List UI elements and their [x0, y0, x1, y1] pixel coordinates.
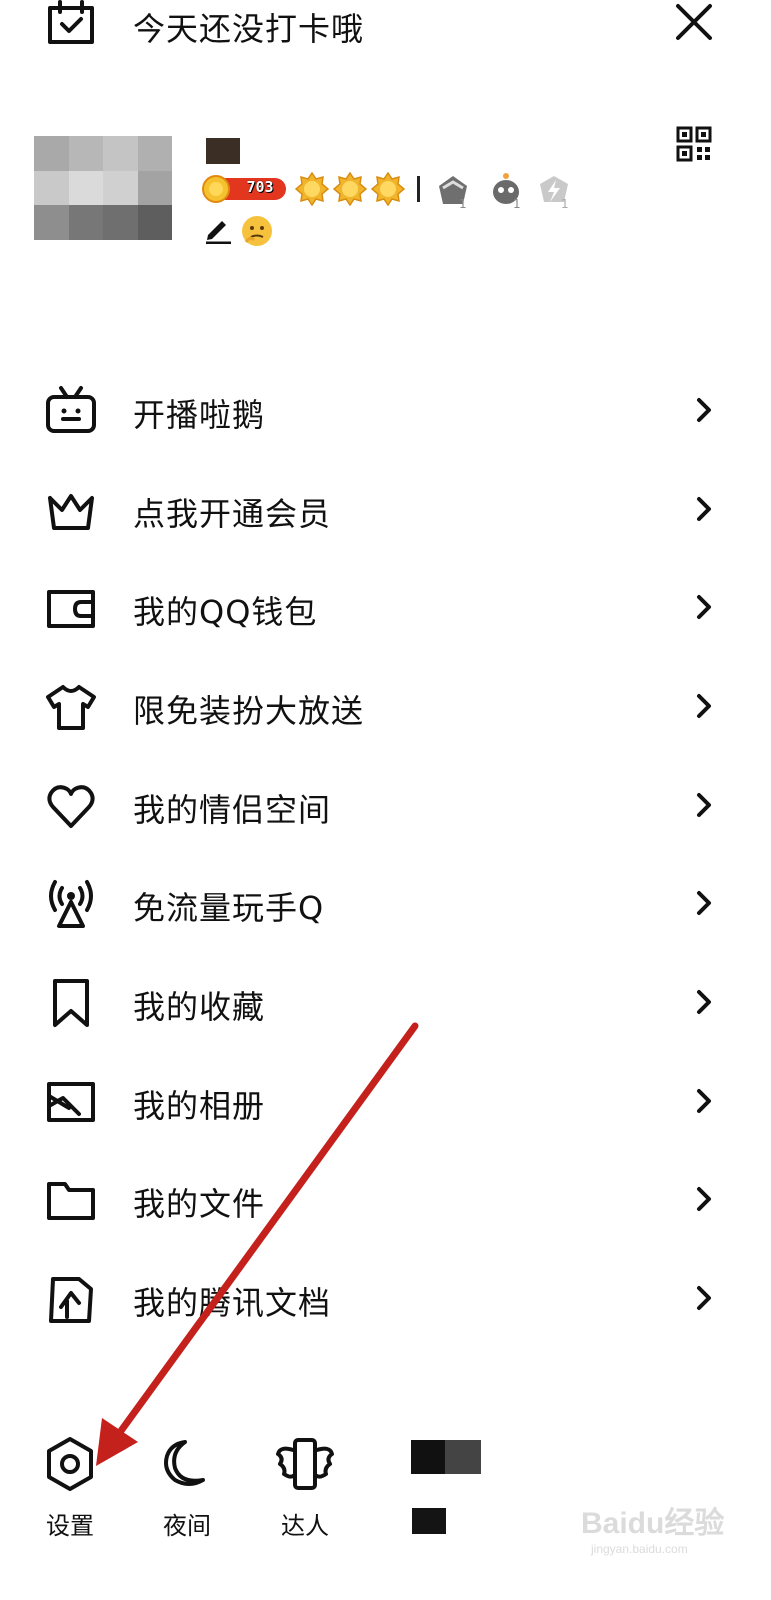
baidu-watermark: Baidu经验 jingyan.baidu.com	[575, 1490, 735, 1560]
menu-label: 开播啦鹅	[133, 396, 266, 434]
qr-code-icon[interactable]	[676, 126, 712, 162]
calendar-check-icon[interactable]	[44, 0, 98, 46]
menu-label: 我的QQ钱包	[133, 593, 318, 631]
tv-icon	[45, 385, 97, 437]
svg-text:1: 1	[459, 197, 467, 210]
avatar[interactable]	[34, 136, 172, 240]
menu-label: 我的收藏	[133, 988, 266, 1026]
menu-label: 我的相册	[133, 1087, 266, 1125]
settings-label: 设置	[46, 1512, 94, 1540]
talent-label: 达人	[281, 1512, 329, 1540]
doc-icon	[45, 1273, 97, 1325]
moon-icon	[164, 1440, 205, 1486]
svg-text:1: 1	[561, 197, 569, 210]
menu-label: 我的腾讯文档	[133, 1284, 332, 1322]
thinking-emoji-icon[interactable]	[240, 214, 274, 248]
night-mode-label: 夜间	[163, 1512, 211, 1540]
chevron-right-icon	[694, 691, 714, 721]
sun-level-icon	[371, 172, 405, 206]
svg-text:1: 1	[513, 197, 521, 210]
coin-badge[interactable]: 703	[202, 175, 288, 203]
menu-item-album[interactable]: 我的相册	[0, 1052, 771, 1150]
folder-icon	[45, 1174, 97, 1226]
chevron-right-icon	[694, 1283, 714, 1313]
chevron-right-icon	[694, 1184, 714, 1214]
menu-label: 我的文件	[133, 1185, 266, 1223]
coin-count: 703	[246, 178, 274, 196]
chevron-right-icon	[694, 395, 714, 425]
bookmark-icon	[45, 977, 97, 1029]
menu-item-tencent-docs[interactable]: 我的腾讯文档	[0, 1249, 771, 1347]
talent-button[interactable]: 达人	[265, 1436, 345, 1546]
watermark-url: jingyan.baidu.com	[591, 1542, 688, 1556]
wallet-icon	[45, 582, 97, 634]
signal-tower-icon	[45, 878, 97, 930]
chevron-right-icon	[694, 987, 714, 1017]
divider	[417, 176, 420, 202]
menu-label: 我的情侣空间	[133, 791, 332, 829]
redacted-block	[445, 1440, 481, 1474]
redacted-block	[412, 1508, 446, 1534]
menu-item-free-data[interactable]: 免流量玩手Q	[0, 854, 771, 952]
chevron-right-icon	[694, 592, 714, 622]
menu-item-wallet[interactable]: 我的QQ钱包	[0, 558, 771, 656]
sun-level-icon	[333, 172, 367, 206]
menu-item-files[interactable]: 我的文件	[0, 1150, 771, 1248]
chevron-right-icon	[694, 790, 714, 820]
sun-level-icon	[295, 172, 329, 206]
nickname-redacted	[206, 138, 240, 164]
menu-item-couple-space[interactable]: 我的情侣空间	[0, 756, 771, 854]
vip-badge-icon[interactable]: 1	[433, 170, 473, 210]
edit-icon[interactable]	[203, 214, 233, 244]
menu-item-costume[interactable]: 限免装扮大放送	[0, 657, 771, 755]
settings-icon	[47, 1437, 93, 1491]
chevron-right-icon	[694, 494, 714, 524]
penguin-badge-icon[interactable]: 1	[486, 170, 526, 210]
lightning-badge-icon[interactable]: 1	[534, 170, 574, 210]
checkin-status-text[interactable]: 今天还没打卡哦	[133, 4, 364, 50]
watermark-brand: Baidu经验	[581, 1507, 725, 1540]
chevron-right-icon	[694, 888, 714, 918]
menu-item-favorites[interactable]: 我的收藏	[0, 953, 771, 1051]
crown-icon	[45, 484, 97, 536]
chevron-right-icon	[694, 1086, 714, 1116]
menu-item-vip[interactable]: 点我开通会员	[0, 460, 771, 558]
image-icon	[45, 1076, 97, 1128]
menu-label: 免流量玩手Q	[133, 889, 325, 927]
menu-label: 限免装扮大放送	[133, 692, 365, 730]
settings-button[interactable]: 设置	[30, 1436, 110, 1546]
menu-label: 点我开通会员	[133, 495, 332, 533]
heart-icon	[45, 780, 97, 832]
redacted-block	[411, 1440, 445, 1474]
winged-phone-icon	[276, 1438, 334, 1490]
menu-item-live[interactable]: 开播啦鹅	[0, 361, 771, 459]
tshirt-icon	[45, 681, 97, 733]
close-icon[interactable]	[672, 0, 716, 44]
night-mode-button[interactable]: 夜间	[147, 1436, 227, 1546]
